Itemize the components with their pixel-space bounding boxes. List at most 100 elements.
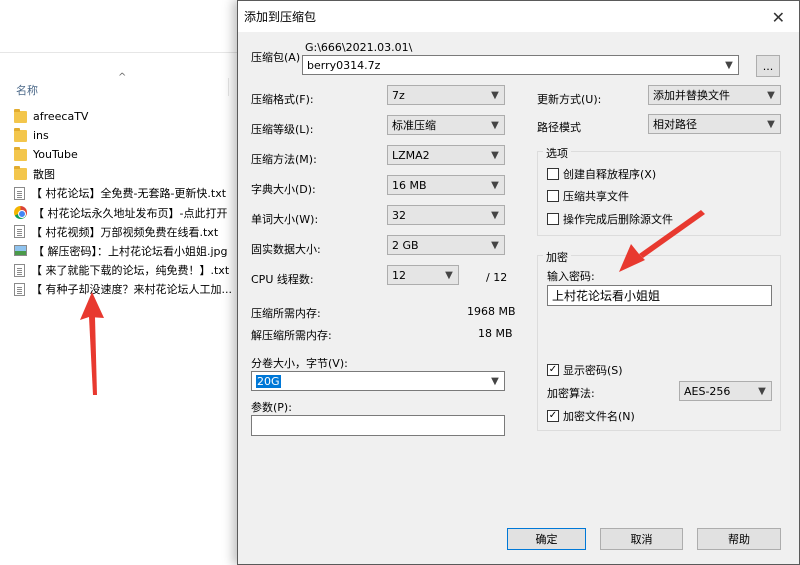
show-password-checkbox[interactable]: ✓ 显示密码(S): [547, 362, 623, 378]
column-separator[interactable]: [228, 78, 229, 96]
red-arrow-dialog: [619, 210, 705, 272]
file-list-item[interactable]: 【 村花论坛永久地址发布页】-点此打开: [14, 203, 232, 222]
show-password-label: 显示密码(S): [563, 364, 623, 377]
checkbox-box: [547, 213, 559, 225]
browse-button[interactable]: ...: [756, 55, 780, 77]
shared-label: 压缩共享文件: [563, 190, 629, 203]
encrypt-filenames-checkbox[interactable]: ✓ 加密文件名(N): [547, 408, 635, 424]
pathmode-select[interactable]: 相对路径 ▼: [648, 114, 781, 134]
chevron-down-icon[interactable]: ▼: [489, 374, 501, 388]
method-label: 压缩方法(M):: [251, 153, 317, 166]
encrypt-filenames-label: 加密文件名(N): [563, 410, 635, 423]
checkbox-box: [547, 190, 559, 202]
encryption-method-label: 加密算法:: [547, 387, 595, 400]
file-name: ins: [33, 129, 49, 143]
dialog-titlebar[interactable]: 添加到压缩包: [238, 1, 799, 32]
level-label: 压缩等级(L):: [251, 123, 314, 136]
column-header-name[interactable]: 名称: [16, 82, 38, 98]
format-value: 7z: [392, 88, 405, 102]
dict-label: 字典大小(D):: [251, 183, 316, 196]
file-name: 【 村花论坛永久地址发布页】-点此打开: [33, 206, 228, 220]
encryption-method-select[interactable]: AES-256 ▼: [679, 381, 772, 401]
shared-files-checkbox[interactable]: 压缩共享文件: [547, 188, 629, 204]
sfx-checkbox[interactable]: 创建自释放程序(X): [547, 166, 656, 182]
level-value: 标准压缩: [392, 119, 436, 132]
file-name: YouTube: [33, 148, 78, 162]
split-label: 分卷大小，字节(V):: [251, 357, 348, 370]
chevron-down-icon: ▼: [491, 149, 499, 161]
folder-icon: [14, 108, 27, 123]
mem-compress-label: 压缩所需内存:: [251, 307, 321, 320]
cancel-button[interactable]: 取消: [600, 528, 683, 550]
arrow-head-icon: [80, 292, 104, 320]
pathmode-value: 相对路径: [653, 118, 697, 131]
file-list-item[interactable]: 【 解压密码】：上村花论坛看小姐姐.jpg: [14, 241, 232, 260]
params-input[interactable]: [251, 415, 505, 436]
file-name: 【 村花视频】万部视频免费在线看.txt: [31, 225, 219, 239]
sort-chevron-up-icon[interactable]: ^: [118, 72, 126, 83]
file-list-item[interactable]: YouTube: [14, 145, 232, 164]
chrome-icon: [14, 206, 27, 220]
word-value: 32: [392, 208, 406, 222]
file-list: afreecaTV ins YouTube 散图【 村花论坛】全免费-无套路-更新快.…: [14, 107, 232, 299]
archive-filename-combo[interactable]: berry0314.7z ▼: [302, 55, 739, 75]
sfx-label: 创建自释放程序(X): [563, 168, 657, 181]
file-list-item[interactable]: 【 有种子却没速度？来村花论坛人工加...: [14, 280, 232, 299]
chevron-down-icon: ▼: [491, 209, 499, 221]
solid-label: 固实数据大小:: [251, 243, 321, 256]
file-name: 【 来了就能下载的论坛，纯免费！】.txt: [31, 264, 230, 278]
file-name: 【 有种子却没速度？来村花论坛人工加...: [31, 283, 232, 297]
solid-select[interactable]: 2 GB ▼: [387, 235, 505, 255]
red-arrow-explorer: [80, 292, 104, 395]
arrow-shaft: [639, 210, 705, 258]
file-list-item[interactable]: 【 来了就能下载的论坛，纯免费！】.txt: [14, 261, 232, 280]
file-list-item[interactable]: 散图: [14, 165, 232, 184]
update-label: 更新方式(U):: [537, 93, 602, 106]
method-select[interactable]: LZMA2 ▼: [387, 145, 505, 165]
format-select[interactable]: 7z ▼: [387, 85, 505, 105]
password-input[interactable]: 上村花论坛看小姐姐: [547, 285, 772, 306]
format-label: 压缩格式(F):: [251, 93, 314, 106]
pathmode-label: 路径模式: [537, 121, 581, 134]
threads-select[interactable]: 12 ▼: [387, 265, 459, 285]
mem-decompress-value: 18 MB: [478, 327, 513, 340]
file-list-item[interactable]: 【 村花视频】万部视频免费在线看.txt: [14, 222, 232, 241]
file-list-item[interactable]: afreecaTV: [14, 107, 232, 126]
threads-value: 12: [392, 268, 406, 282]
level-select[interactable]: 标准压缩 ▼: [387, 115, 505, 135]
chevron-down-icon: ▼: [491, 119, 499, 131]
threads-max: / 12: [486, 271, 508, 284]
chevron-down-icon[interactable]: ▼: [723, 58, 735, 72]
txt-icon: [14, 263, 25, 277]
threads-label: CPU 线程数:: [251, 273, 314, 286]
dict-select[interactable]: 16 MB ▼: [387, 175, 505, 195]
chevron-down-icon: ▼: [767, 118, 775, 130]
checkbox-box: [547, 168, 559, 180]
options-title: 选项: [543, 145, 571, 161]
folder-icon: [14, 127, 27, 142]
split-volume-value: 20G: [256, 374, 281, 388]
file-list-item[interactable]: ins: [14, 126, 232, 145]
chevron-down-icon: ▼: [758, 385, 766, 397]
close-icon[interactable]: ✕: [772, 8, 785, 27]
update-select[interactable]: 添加并替换文件 ▼: [648, 85, 781, 105]
mem-compress-value: 1968 MB: [467, 305, 516, 318]
folder-icon: [14, 166, 27, 181]
password-label: 输入密码:: [547, 270, 595, 283]
txt-icon: [14, 282, 25, 296]
chevron-down-icon: ▼: [491, 239, 499, 251]
file-name: 【 村花论坛】全免费-无套路-更新快.txt: [31, 187, 227, 201]
word-select[interactable]: 32 ▼: [387, 205, 505, 225]
chevron-down-icon: ▼: [491, 89, 499, 101]
help-button[interactable]: 帮助: [697, 528, 781, 550]
mem-decompress-label: 解压缩所需内存:: [251, 329, 332, 342]
checkmark-icon: ✓: [547, 410, 559, 422]
file-name: 散图: [33, 168, 55, 182]
solid-value: 2 GB: [392, 238, 419, 252]
txt-icon: [14, 186, 25, 200]
ok-button[interactable]: 确定: [507, 528, 586, 550]
file-list-item[interactable]: 【 村花论坛】全免费-无套路-更新快.txt: [14, 184, 232, 203]
chevron-down-icon: ▼: [491, 179, 499, 191]
split-volume-combo[interactable]: 20G ▼: [251, 371, 505, 391]
arrow-shaft: [89, 317, 97, 395]
